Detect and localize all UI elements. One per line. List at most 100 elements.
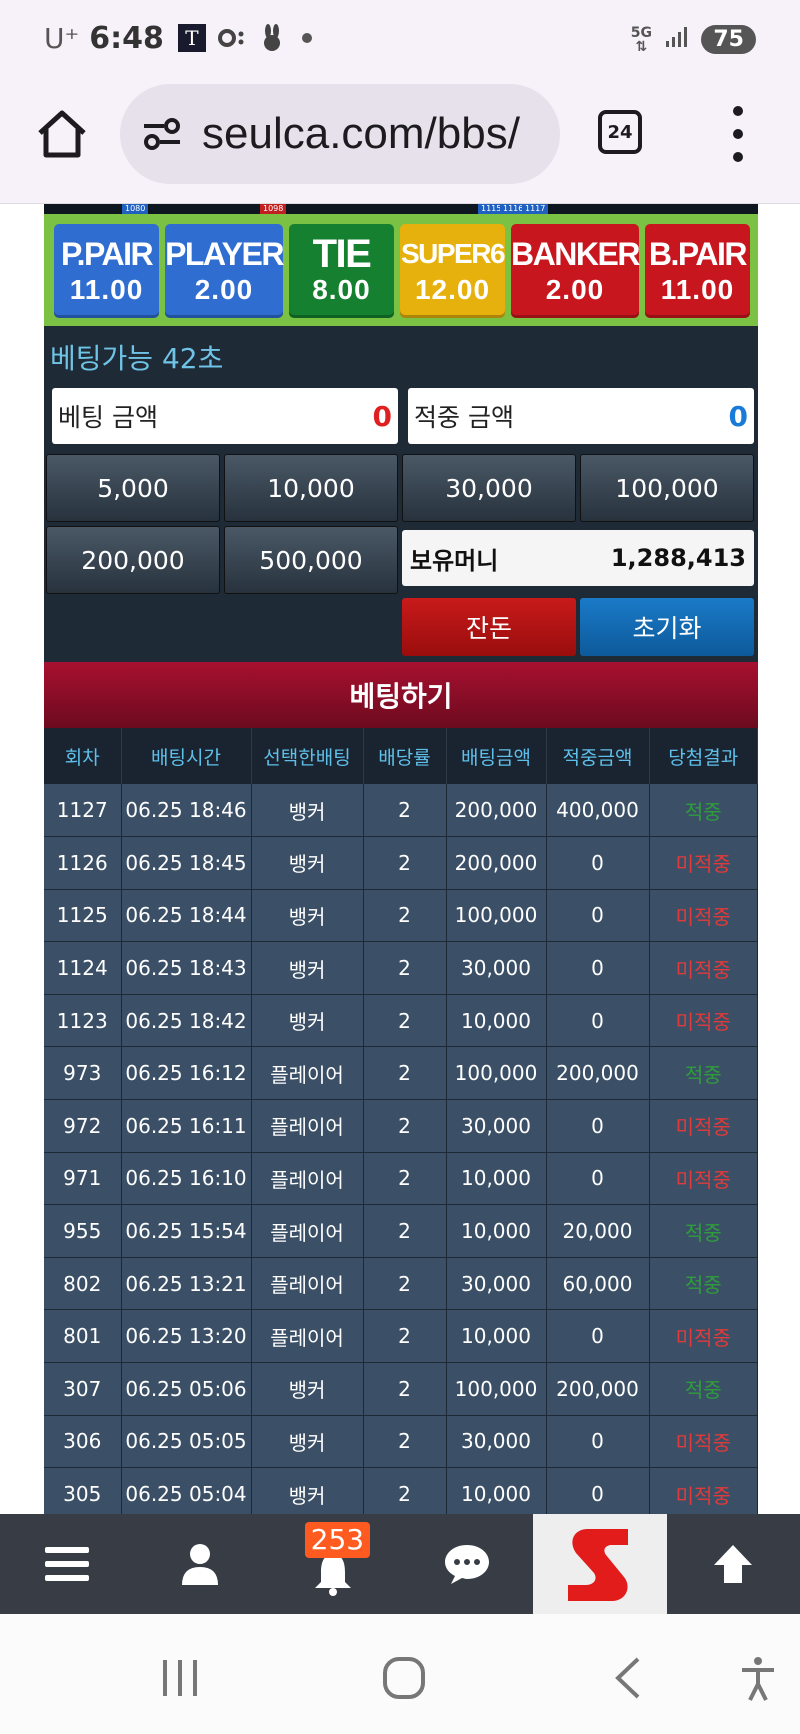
site-settings-icon[interactable] [140, 114, 184, 154]
bet-option-odds: 11.00 [69, 274, 144, 305]
table-cell: 0 [546, 1099, 650, 1153]
chip-button[interactable]: 10,000 [224, 454, 398, 522]
bet-options: P.PAIR 11.00 PLAYER 2.00 TIE 8.00 SUPER6… [44, 214, 758, 326]
bet-option-name: P.PAIR [60, 236, 154, 272]
ticker-item: 1117 [522, 204, 549, 214]
address-bar[interactable]: seulca.com/bbs/ [120, 84, 560, 184]
change-button[interactable]: 잔돈 [402, 598, 576, 656]
bet-option-super6[interactable]: SUPER6 12.00 [399, 224, 506, 318]
profile-button[interactable] [133, 1514, 266, 1614]
notifications-button[interactable]: 253 [267, 1514, 400, 1614]
table-cell: 10,000 [446, 1152, 547, 1206]
menu-button[interactable] [0, 1514, 133, 1614]
recent-apps-icon[interactable] [160, 1658, 200, 1698]
table-cell: 2 [363, 1099, 447, 1153]
notification-dot-icon [301, 33, 312, 43]
table-cell: 플레이어 [251, 1046, 364, 1101]
table-cell: 100,000 [446, 889, 547, 943]
table-cell: 2 [363, 994, 447, 1048]
home-button[interactable] [34, 106, 90, 162]
table-cell: 0 [546, 889, 650, 943]
home-circle-icon[interactable] [382, 1656, 426, 1700]
table-cell: 10,000 [446, 994, 547, 1048]
system-navigation-bar [0, 1614, 800, 1734]
table-header-row: 회차 배팅시간 선택한배팅 배당률 배팅금액 적중금액 당첨결과 [44, 728, 758, 784]
table-cell: 미적중 [649, 889, 758, 943]
table-cell: 30,000 [446, 1099, 547, 1153]
table-cell: 06.25 13:20 [121, 1309, 252, 1364]
place-bet-button[interactable]: 베팅하기 [44, 662, 758, 728]
win-amount-field: 적중 금액 0 [408, 388, 754, 444]
browser-toolbar: seulca.com/bbs/ 24 [0, 76, 800, 204]
table-cell: 06.25 18:46 [121, 784, 252, 838]
bet-option-odds: 8.00 [312, 274, 371, 305]
chat-button[interactable] [400, 1514, 533, 1614]
table-cell: 2 [363, 941, 447, 995]
table-cell: 미적중 [649, 941, 758, 995]
table-cell: 06.25 16:10 [121, 1152, 252, 1206]
ticker-item: 1098 [260, 204, 287, 214]
table-cell: 미적중 [649, 1467, 758, 1514]
table-cell: 미적중 [649, 1099, 758, 1153]
table-cell: 06.25 18:44 [121, 889, 252, 943]
table-cell: 플레이어 [251, 1204, 364, 1258]
table-cell: 0 [546, 1152, 650, 1206]
action-row: 잔돈 초기화 [44, 594, 758, 656]
bet-option-p-pair[interactable]: P.PAIR 11.00 [54, 224, 160, 318]
network-icon: 5G ⇅ [630, 24, 652, 55]
bet-option-odds: 12.00 [414, 274, 491, 305]
table-cell: 뱅커 [251, 1467, 364, 1514]
table-cell: 1123 [44, 994, 122, 1048]
bet-option-tie[interactable]: TIE 8.00 [288, 224, 394, 318]
site-logo-icon [567, 1529, 628, 1601]
tab-switcher-button[interactable]: 24 [598, 110, 642, 154]
table-cell: 2 [363, 1257, 447, 1311]
menu-icon [44, 1547, 89, 1581]
bet-option-name: TIE [312, 232, 372, 276]
chip-button[interactable]: 200,000 [46, 526, 220, 594]
ticker-item: 1080 [122, 204, 149, 214]
table-cell: 2 [363, 889, 447, 943]
chip-button[interactable]: 100,000 [580, 454, 754, 522]
chip-button[interactable]: 30,000 [402, 454, 576, 522]
table-row: 973 06.25 16:12 플레이어 2 100,000 200,000 적중 [44, 1046, 758, 1101]
table-cell: 06.25 15:54 [121, 1204, 252, 1258]
bet-option-odds: 2.00 [545, 274, 605, 305]
signal-icon [665, 22, 689, 57]
column-header: 회차 [44, 728, 122, 784]
more-menu-icon[interactable] [726, 106, 750, 162]
table-row: 307 06.25 05:06 뱅커 2 100,000 200,000 적중 [44, 1362, 758, 1416]
site-logo-button[interactable] [533, 1514, 667, 1614]
betting-countdown: 베팅가능 42초 [50, 342, 224, 375]
chip-button[interactable]: 5,000 [46, 454, 220, 522]
bet-option-player[interactable]: PLAYER 2.00 [165, 224, 284, 318]
back-icon[interactable] [612, 1656, 642, 1700]
table-cell: 06.25 05:06 [121, 1362, 252, 1416]
accessibility-icon[interactable] [740, 1656, 776, 1702]
table-cell: 뱅커 [251, 836, 364, 890]
table-cell: 307 [44, 1362, 122, 1416]
table-cell: 플레이어 [251, 1099, 364, 1153]
scroll-top-button[interactable] [667, 1514, 800, 1614]
table-cell: 뱅커 [251, 941, 364, 995]
table-cell: 802 [44, 1257, 122, 1311]
table-cell: 적중 [649, 1046, 758, 1101]
bet-option-banker[interactable]: BANKER 2.00 [511, 224, 640, 318]
column-header: 당첨결과 [649, 728, 758, 784]
table-row: 1124 06.25 18:43 뱅커 2 30,000 0 미적중 [44, 941, 758, 995]
table-cell: 0 [546, 941, 650, 995]
table-cell: 2 [363, 1415, 447, 1469]
column-header: 배당률 [363, 728, 447, 784]
bet-amount-value: 0 [372, 399, 392, 433]
table-cell: 200,000 [546, 1046, 650, 1101]
table-cell: 적중 [649, 784, 758, 838]
table-cell: 955 [44, 1204, 122, 1258]
table-cell: 200,000 [446, 836, 547, 890]
table-cell: 06.25 18:45 [121, 836, 252, 890]
win-amount-value: 0 [728, 399, 748, 433]
chip-button[interactable]: 500,000 [224, 526, 398, 594]
reset-button[interactable]: 초기화 [580, 598, 754, 656]
arrow-up-icon [714, 1545, 753, 1583]
bet-option-b-pair[interactable]: B.PAIR 11.00 [644, 224, 750, 318]
mail-icon [217, 27, 248, 49]
